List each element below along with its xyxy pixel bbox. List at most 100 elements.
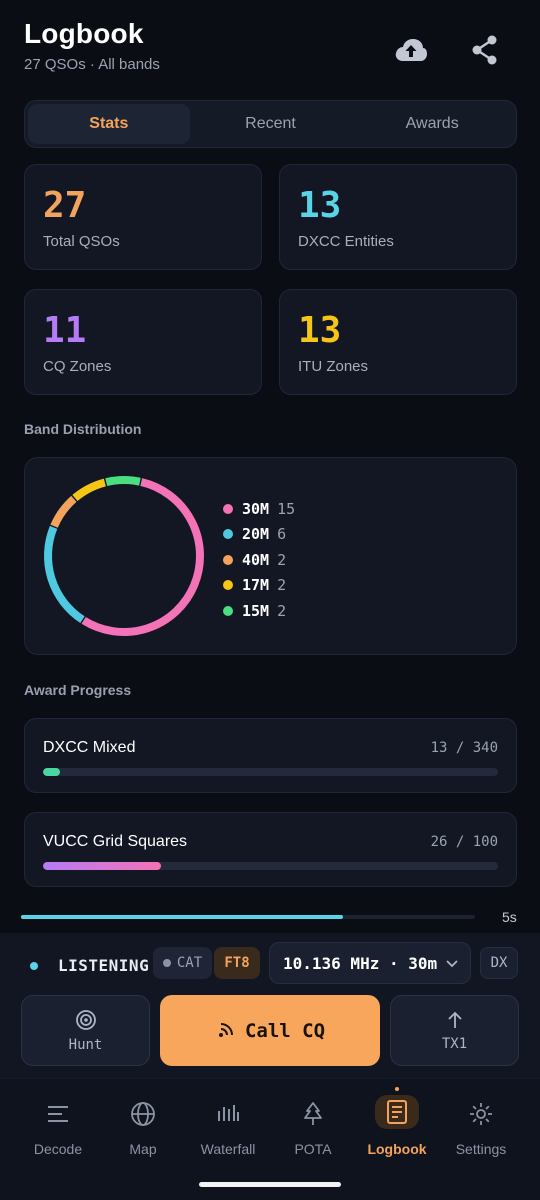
- award-progress-track: [43, 768, 498, 776]
- stat-card-itu-zones: 13 ITU Zones: [279, 289, 517, 395]
- control-panel: LISTENING CAT FT8 10.136 MHz · 30m DX Hu…: [0, 933, 540, 1078]
- donut-slice-30m: [81, 478, 204, 636]
- legend-band: 40M: [242, 550, 270, 569]
- stat-label: Total QSOs: [43, 233, 120, 250]
- cat-status-dot: [162, 959, 171, 967]
- legend-band: 15M: [242, 601, 270, 620]
- nav-map[interactable]: Map: [100, 1079, 186, 1169]
- legend-dot: [223, 503, 233, 514]
- call-cq-label: Call CQ: [244, 1019, 326, 1042]
- award-count: 26 / 100: [430, 834, 498, 850]
- tx1-button[interactable]: TX1: [390, 995, 519, 1066]
- tab-recent[interactable]: Recent: [190, 104, 352, 144]
- frequency-selector[interactable]: 10.136 MHz · 30m: [269, 942, 471, 984]
- legend-row-30m: 30M 15: [223, 496, 295, 522]
- legend-count: 2: [277, 576, 287, 595]
- stat-value: 13: [298, 185, 342, 226]
- award-progress-track: [43, 862, 498, 870]
- legend-count: 6: [277, 525, 287, 544]
- mode-badge[interactable]: FT8: [214, 947, 260, 979]
- stat-card-total-qsos: 27 Total QSOs: [24, 164, 262, 270]
- nav-waterfall[interactable]: Waterfall: [185, 1079, 271, 1169]
- logbook-icon: [375, 1095, 419, 1129]
- listening-label: LISTENING: [58, 956, 150, 975]
- stat-label: ITU Zones: [298, 358, 369, 375]
- award-name: VUCC Grid Squares: [43, 833, 188, 850]
- nav-pota[interactable]: POTA: [270, 1079, 356, 1169]
- app-header: Logbook 27 QSOs · All bands: [24, 18, 516, 88]
- legend-band: 20M: [242, 525, 270, 544]
- decode-list-icon: [38, 1099, 78, 1129]
- share-button[interactable]: [465, 30, 505, 70]
- donut-slice-17m: [72, 478, 107, 502]
- arrow-up-icon: [447, 1011, 462, 1028]
- home-indicator: [199, 1182, 341, 1187]
- nav-label: Decode: [33, 1141, 83, 1157]
- legend-count: 2: [277, 601, 287, 620]
- legend-row-15m: 15M 2: [223, 598, 295, 624]
- page-title: Logbook: [24, 18, 144, 49]
- band-donut-chart: [44, 476, 204, 636]
- active-indicator-dot: [395, 1087, 399, 1091]
- tab-awards[interactable]: Awards: [351, 104, 513, 144]
- status-dot: [30, 961, 38, 970]
- legend-count: 2: [277, 550, 287, 569]
- stat-value: 13: [298, 310, 342, 351]
- band-distribution-card: 30M 15 20M 6 40M 2 17M 2 15M 2: [24, 457, 517, 655]
- award-progress-fill: [43, 768, 61, 776]
- cycle-progress-track: [21, 915, 475, 919]
- dx-button[interactable]: DX: [480, 947, 518, 979]
- stat-card-dxcc-entities: 13 DXCC Entities: [279, 164, 517, 270]
- legend-dot: [223, 529, 233, 540]
- award-progress-fill: [43, 862, 162, 870]
- donut-slice-20m: [44, 525, 85, 624]
- legend-dot: [223, 605, 233, 616]
- stat-label: CQ Zones: [43, 358, 112, 375]
- nav-decode[interactable]: Decode: [15, 1079, 101, 1169]
- donut-slice-15m: [105, 476, 141, 487]
- cat-label: CAT: [176, 955, 203, 971]
- legend-dot: [223, 554, 233, 565]
- nav-label: Map: [129, 1141, 157, 1157]
- section-title-band-distribution: Band Distribution: [24, 421, 142, 437]
- gear-icon: [461, 1099, 501, 1129]
- section-title-award-progress: Award Progress: [24, 682, 132, 698]
- nav-label: Logbook: [367, 1141, 427, 1157]
- hunt-button[interactable]: Hunt: [21, 995, 150, 1066]
- share-icon: [472, 35, 497, 65]
- cycle-progress-fill: [21, 915, 344, 919]
- tab-stats[interactable]: Stats: [28, 104, 190, 144]
- donut-slice-40m: [50, 495, 77, 528]
- legend-band: 30M: [242, 499, 270, 518]
- chevron-down-icon: [446, 960, 458, 968]
- cycle-seconds-label: 5s: [502, 909, 517, 925]
- award-card-dxcc[interactable]: DXCC Mixed 13 / 340: [24, 718, 517, 793]
- tx1-label: TX1: [441, 1035, 468, 1052]
- cat-badge[interactable]: CAT: [153, 947, 212, 979]
- legend-count: 15: [277, 499, 296, 518]
- stat-card-cq-zones: 11 CQ Zones: [24, 289, 262, 395]
- nav-label: Settings: [455, 1141, 507, 1157]
- waterfall-icon: [208, 1099, 248, 1129]
- cloud-upload-icon: [395, 39, 427, 61]
- legend-band: 17M: [242, 576, 270, 595]
- stat-value: 11: [43, 310, 87, 351]
- frequency-label: 10.136 MHz · 30m: [283, 953, 438, 973]
- hunt-label: Hunt: [68, 1036, 103, 1053]
- award-card-vucc[interactable]: VUCC Grid Squares 26 / 100: [24, 812, 517, 887]
- tab-bar: Stats Recent Awards: [24, 100, 517, 148]
- legend-dot: [223, 580, 233, 591]
- nav-logbook[interactable]: Logbook: [354, 1079, 440, 1169]
- tree-icon: [293, 1099, 333, 1129]
- legend-row-17m: 17M 2: [223, 573, 295, 599]
- legend-row-20m: 20M 6: [223, 522, 295, 548]
- nav-label: Waterfall: [200, 1141, 256, 1157]
- target-icon: [75, 1009, 96, 1030]
- band-legend: 30M 15 20M 6 40M 2 17M 2 15M 2: [223, 496, 295, 624]
- nav-settings[interactable]: Settings: [438, 1079, 524, 1169]
- broadcast-icon: [218, 1022, 233, 1037]
- listening-status: LISTENING: [30, 956, 149, 975]
- globe-icon: [123, 1099, 163, 1129]
- call-cq-button[interactable]: Call CQ: [160, 995, 380, 1066]
- upload-button[interactable]: [391, 30, 431, 70]
